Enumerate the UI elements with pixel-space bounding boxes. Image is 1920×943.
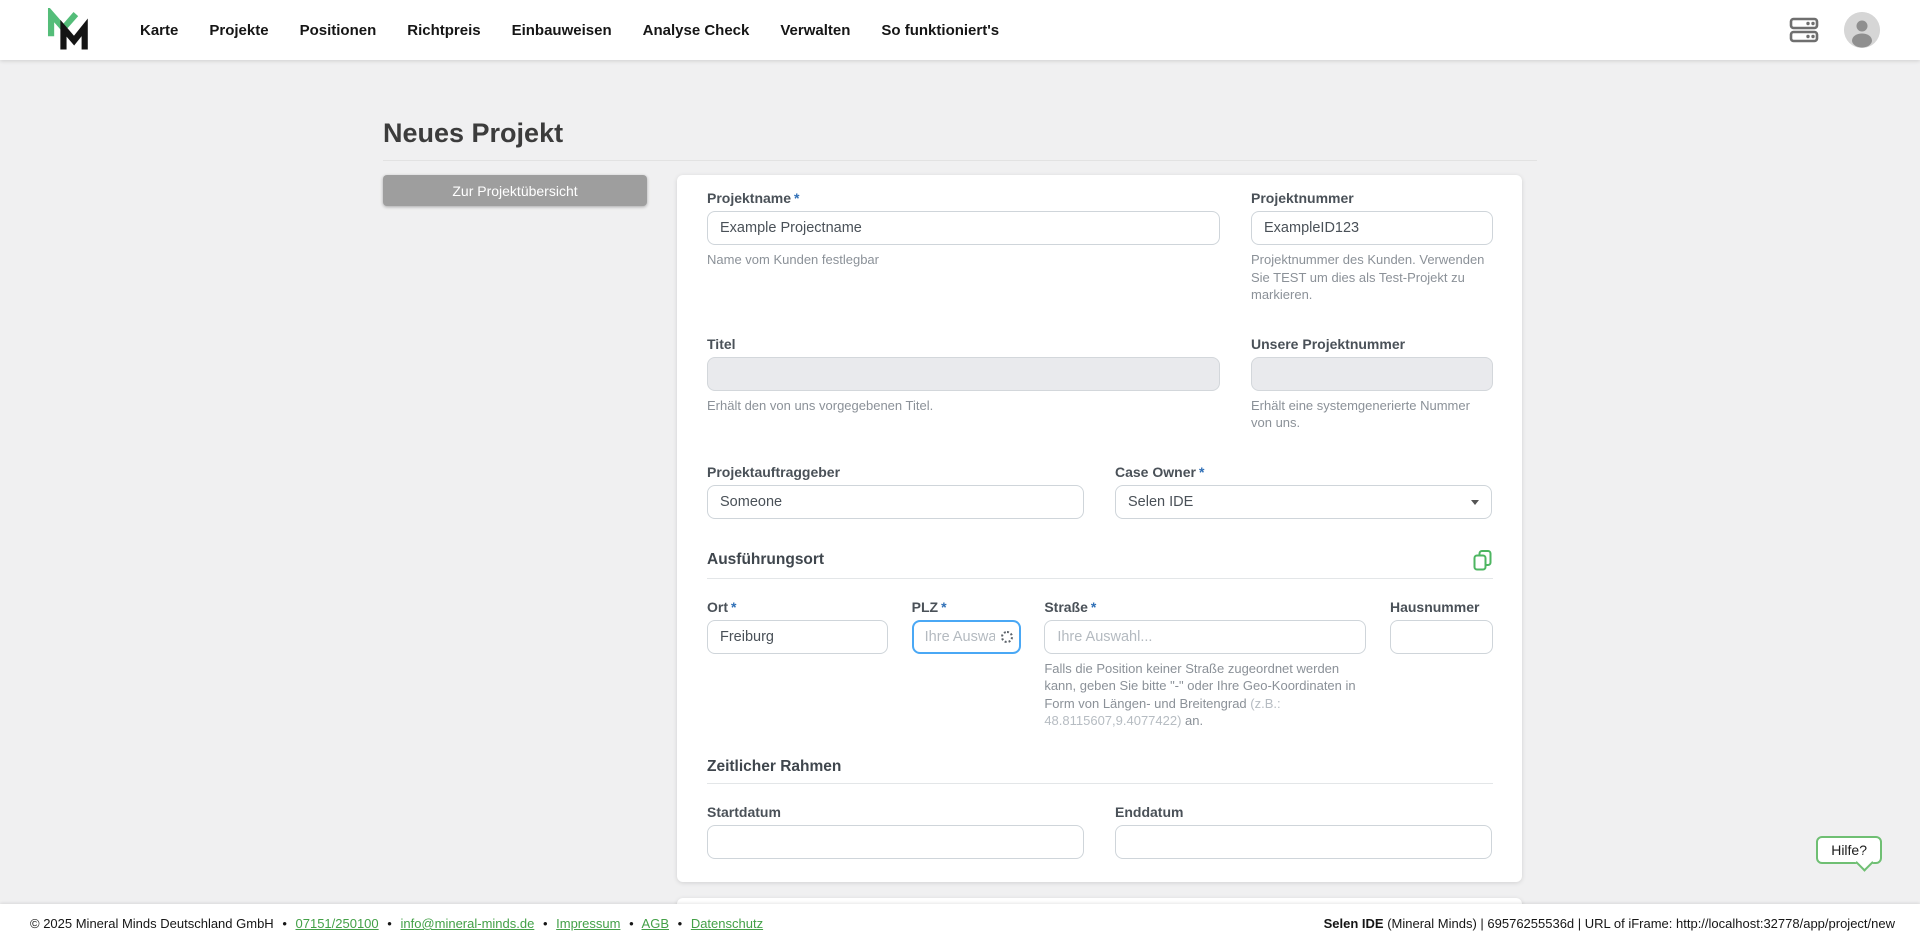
copyright-text: © 2025 Mineral Minds Deutschland GmbH: [30, 916, 274, 931]
footer-link-agb[interactable]: AGB: [642, 916, 669, 931]
field-startdatum: Startdatum: [707, 804, 1084, 859]
strasse-label: Straße: [1044, 598, 1088, 615]
enddatum-input[interactable]: [1115, 824, 1492, 859]
required-mark: *: [731, 598, 737, 615]
projektauftraggeber-label: Projektauftraggeber: [707, 463, 841, 480]
topbar-actions: [1788, 12, 1880, 48]
footer: © 2025 Mineral Minds Deutschland GmbH • …: [0, 904, 1920, 943]
projektname-label: Projektname: [707, 190, 792, 206]
section-title-zeitlicher-rahmen: Zeitlicher Rahmen: [707, 757, 842, 775]
ort-input[interactable]: [707, 619, 888, 654]
topbar: Karte Projekte Positionen Richtpreis Ein…: [0, 0, 1920, 60]
user-avatar[interactable]: [1844, 12, 1880, 48]
page-title: Neues Projekt: [383, 118, 564, 148]
hilfe-button[interactable]: Hilfe?: [1816, 836, 1882, 864]
main-nav: Karte Projekte Positionen Richtpreis Ein…: [140, 22, 999, 39]
ort-label: Ort: [707, 598, 728, 615]
nav-item-einbauweisen[interactable]: Einbauweisen: [512, 22, 612, 39]
session-user: Selen IDE: [1323, 916, 1384, 931]
field-enddatum: Enddatum: [1115, 804, 1492, 859]
nav-item-projekte[interactable]: Projekte: [209, 22, 268, 39]
section-title-ausfuehrungsort: Ausführungsort: [707, 550, 825, 568]
field-unsere-projektnummer: Unsere Projektnummer Erhält eine systemg…: [1251, 336, 1493, 432]
section-divider: [707, 577, 1493, 579]
required-mark: *: [794, 190, 800, 206]
footer-link-email[interactable]: info@mineral-minds.de: [400, 916, 534, 931]
nav-item-so-funktionierts[interactable]: So funktioniert's: [881, 22, 999, 39]
case-owner-select[interactable]: [1115, 484, 1492, 519]
field-projektauftraggeber: Projektauftraggeber: [707, 464, 1084, 519]
nav-item-verwalten[interactable]: Verwalten: [780, 22, 850, 39]
projektnummer-input[interactable]: [1251, 211, 1493, 245]
projektname-input[interactable]: [707, 211, 1220, 245]
strasse-helper: Falls die Position keiner Straße zugeord…: [1044, 660, 1356, 729]
new-project-form-card: Projektname* Name vom Kunden festlegbar …: [677, 175, 1522, 882]
field-strasse: Straße* Falls die Position keiner Straße…: [1044, 598, 1367, 730]
startdatum-label: Startdatum: [707, 803, 781, 820]
unsere-projektnummer-helper: Erhält eine systemgenerierte Nummer von …: [1251, 397, 1470, 431]
nav-item-karte[interactable]: Karte: [140, 22, 178, 39]
hausnummer-input[interactable]: [1389, 619, 1493, 654]
footer-link-phone[interactable]: 07151/250100: [296, 916, 379, 931]
nav-item-richtpreis[interactable]: Richtpreis: [407, 22, 480, 39]
unsere-projektnummer-label: Unsere Projektnummer: [1251, 335, 1406, 352]
strasse-input[interactable]: [1044, 619, 1367, 654]
footer-left: © 2025 Mineral Minds Deutschland GmbH • …: [30, 916, 764, 931]
projektauftraggeber-input[interactable]: [707, 484, 1084, 519]
case-owner-label: Case Owner: [1115, 463, 1196, 480]
footer-link-datenschutz[interactable]: Datenschutz: [691, 916, 763, 931]
field-titel: Titel Erhält den von uns vorgegebenen Ti…: [707, 336, 1220, 432]
server-icon[interactable]: [1788, 16, 1820, 44]
loading-spinner-icon: [1000, 630, 1013, 643]
required-mark: *: [1090, 598, 1097, 615]
logo-icon: [47, 5, 88, 50]
projektnummer-label: Projektnummer: [1251, 190, 1354, 206]
field-case-owner: Case Owner *: [1115, 464, 1492, 519]
field-hausnummer: Hausnummer: [1389, 598, 1493, 730]
copy-icon[interactable]: [1472, 549, 1493, 571]
main-area: Neues Projekt Zur Projektübersicht Proje…: [0, 60, 1920, 904]
session-details: (Mineral Minds) | 69576255536d | URL of …: [1383, 916, 1895, 931]
nav-item-positionen[interactable]: Positionen: [300, 22, 377, 39]
hausnummer-label: Hausnummer: [1389, 598, 1480, 615]
projektname-helper: Name vom Kunden festlegbar: [707, 252, 879, 267]
plz-label: PLZ: [911, 598, 939, 615]
titel-label: Titel: [707, 335, 736, 352]
zur-projektuebersicht-button[interactable]: Zur Projektübersicht: [383, 175, 647, 206]
startdatum-input[interactable]: [707, 824, 1084, 859]
field-plz: PLZ *: [911, 598, 1021, 730]
titel-input: [707, 356, 1220, 391]
required-mark: *: [1198, 463, 1205, 480]
projektnummer-helper: Projektnummer des Kunden. Verwenden Sie …: [1251, 252, 1485, 303]
titel-helper: Erhält den von uns vorgegebenen Titel.: [707, 397, 934, 413]
enddatum-label: Enddatum: [1115, 803, 1184, 820]
section-divider: [707, 782, 1493, 784]
field-ort: Ort *: [707, 599, 888, 730]
unsere-projektnummer-input: [1251, 356, 1493, 391]
field-projektname: Projektname* Name vom Kunden festlegbar: [707, 190, 1220, 304]
nav-item-analyse-check[interactable]: Analyse Check: [643, 22, 750, 39]
footer-link-impressum[interactable]: Impressum: [556, 916, 620, 931]
mineral-minds-logo[interactable]: [44, 5, 90, 52]
required-mark: *: [941, 598, 947, 615]
field-projektnummer: Projektnummer Projektnummer des Kunden. …: [1251, 190, 1493, 304]
footer-session-info: Selen IDE (Mineral Minds) | 69576255536d…: [1324, 916, 1895, 931]
title-divider: [383, 160, 1537, 161]
